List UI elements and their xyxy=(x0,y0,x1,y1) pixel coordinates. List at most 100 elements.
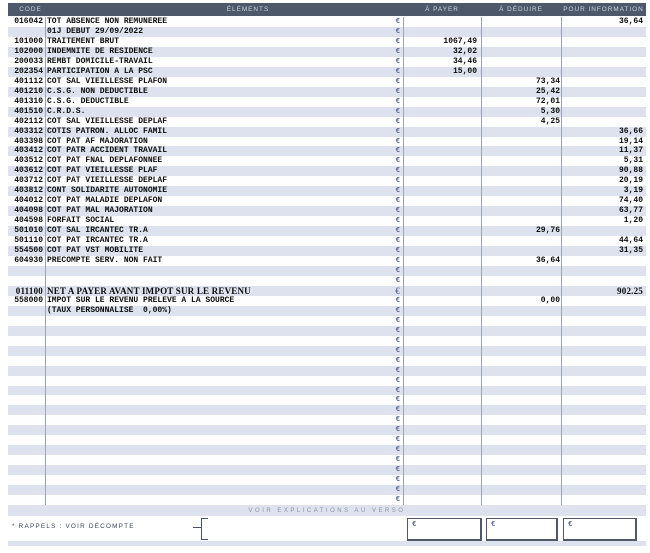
euro-symbol: € xyxy=(378,156,400,166)
euro-symbol: € xyxy=(378,286,400,296)
code-cell: 402112 xyxy=(8,117,43,127)
euro-symbol: € xyxy=(378,316,400,326)
info-cell xyxy=(562,87,643,97)
euro-symbol: € xyxy=(568,521,572,529)
pay-cell xyxy=(404,17,477,27)
rappels-bracket-icon xyxy=(201,518,208,540)
pay-cell: 15,00 xyxy=(404,67,477,77)
euro-symbol: € xyxy=(491,521,495,529)
pay-cell xyxy=(404,196,477,206)
table-row: 401210C.S.G. NON DEDUCTIBLE€25,42 xyxy=(8,87,646,97)
euro-symbol: € xyxy=(378,226,400,236)
pay-cell xyxy=(404,186,477,196)
label-cell xyxy=(47,276,377,286)
euro-symbol: € xyxy=(378,67,400,77)
code-cell: 404012 xyxy=(8,196,43,206)
pay-cell: 1067,49 xyxy=(404,37,477,47)
euro-symbol: € xyxy=(378,366,400,376)
label-cell: C.S.G. NON DEDUCTIBLE xyxy=(47,87,377,97)
pay-cell xyxy=(404,356,477,366)
pay-cell xyxy=(404,107,477,117)
column-line-code xyxy=(45,17,46,506)
label-cell xyxy=(47,326,377,336)
deduct-cell xyxy=(482,306,560,316)
code-cell: 011100 xyxy=(8,286,43,296)
euro-symbol: € xyxy=(378,296,400,306)
info-cell: 31,35 xyxy=(562,246,643,256)
table-row: 403512COT PAT FNAL DEPLAFONNEE€5,31 xyxy=(8,156,646,166)
label-cell xyxy=(47,485,377,495)
euro-symbol: € xyxy=(378,435,400,445)
info-cell: 63,77 xyxy=(562,206,643,216)
info-cell: 19,14 xyxy=(562,137,643,147)
info-cell: 44,64 xyxy=(562,236,643,246)
label-cell: (TAUX PERSONNALISE 0,00%) xyxy=(47,306,377,316)
table-row: € xyxy=(8,266,646,276)
rappels-note: * RAPPELS : VOIR DÉCOMPTE xyxy=(12,523,135,530)
euro-symbol: € xyxy=(378,415,400,425)
deduct-cell xyxy=(482,326,560,336)
info-cell xyxy=(562,27,643,37)
label-cell xyxy=(47,465,377,475)
table-row: 403812CONT SOLIDARITE AUTONOMIE€3,19 xyxy=(8,186,646,196)
label-cell: COTIS PATRON. ALLOC FAMIL xyxy=(47,127,377,137)
table-row: 404012COT PAT MALADIE DEPLAFON€74,40 xyxy=(8,196,646,206)
deduct-cell xyxy=(482,455,560,465)
euro-symbol: € xyxy=(378,376,400,386)
table-row: 401310C.S.G. DEDUCTIBLE€72,01 xyxy=(8,97,646,107)
label-cell xyxy=(47,495,377,505)
table-row: € xyxy=(8,336,646,346)
table-row: € xyxy=(8,445,646,455)
deduct-cell xyxy=(482,146,560,156)
label-cell xyxy=(47,395,377,405)
pay-cell xyxy=(404,286,477,296)
euro-symbol: € xyxy=(378,206,400,216)
deduct-cell: 5,30 xyxy=(482,107,560,117)
deduct-cell xyxy=(482,495,560,505)
code-cell: 554500 xyxy=(8,246,43,256)
euro-symbol: € xyxy=(378,137,400,147)
table-row: 101000TRAITEMENT BRUT€1067,49 xyxy=(8,37,646,47)
code-cell: 401310 xyxy=(8,97,43,107)
label-cell: COT SAL IRCANTEC TR.A xyxy=(47,226,377,236)
deduct-cell xyxy=(482,186,560,196)
label-cell: PARTICIPATION A LA PSC xyxy=(47,67,377,77)
pay-cell xyxy=(404,405,477,415)
label-cell xyxy=(47,425,377,435)
table-row: 102000INDEMNITE DE RESIDENCE€32,02 xyxy=(8,47,646,57)
code-cell: 558000 xyxy=(8,296,43,306)
deduct-cell xyxy=(482,216,560,226)
label-cell: REMBT DOMICILE-TRAVAIL xyxy=(47,57,377,67)
pay-cell xyxy=(404,306,477,316)
info-cell: 11,37 xyxy=(562,146,643,156)
table-row: 401510C.R.D.S.€5,30 xyxy=(8,107,646,117)
pay-cell: 34,46 xyxy=(404,57,477,67)
code-cell xyxy=(8,266,43,276)
code-cell: 202354 xyxy=(8,67,43,77)
info-cell xyxy=(562,376,643,386)
pay-cell xyxy=(404,485,477,495)
code-cell xyxy=(8,475,43,485)
info-cell: 3,19 xyxy=(562,186,643,196)
label-cell: TOT ABSENCE NON REMUNEREE xyxy=(47,17,377,27)
table-row: € xyxy=(8,346,646,356)
deduct-cell: 36,64 xyxy=(482,256,560,266)
column-line-deduire xyxy=(481,17,482,506)
pay-cell xyxy=(404,166,477,176)
pay-cell xyxy=(404,117,477,127)
label-cell: COT PAT VIEILLESSE DEPLAF xyxy=(47,176,377,186)
net-row: 011100NET A PAYER AVANT IMPOT SUR LE REV… xyxy=(8,286,646,296)
euro-symbol: € xyxy=(378,395,400,405)
label-cell: COT PAT IRCANTEC TR.A xyxy=(47,236,377,246)
deduct-cell xyxy=(482,485,560,495)
code-cell xyxy=(8,276,43,286)
pay-cell xyxy=(404,415,477,425)
euro-symbol: € xyxy=(378,37,400,47)
info-cell xyxy=(562,445,643,455)
label-cell: IMPOT SUR LE REVENU PRELEVE A LA SOURCE xyxy=(47,296,377,306)
pay-cell xyxy=(404,206,477,216)
pay-cell xyxy=(404,176,477,186)
pay-cell xyxy=(404,386,477,396)
euro-symbol: € xyxy=(378,127,400,137)
code-cell xyxy=(8,376,43,386)
